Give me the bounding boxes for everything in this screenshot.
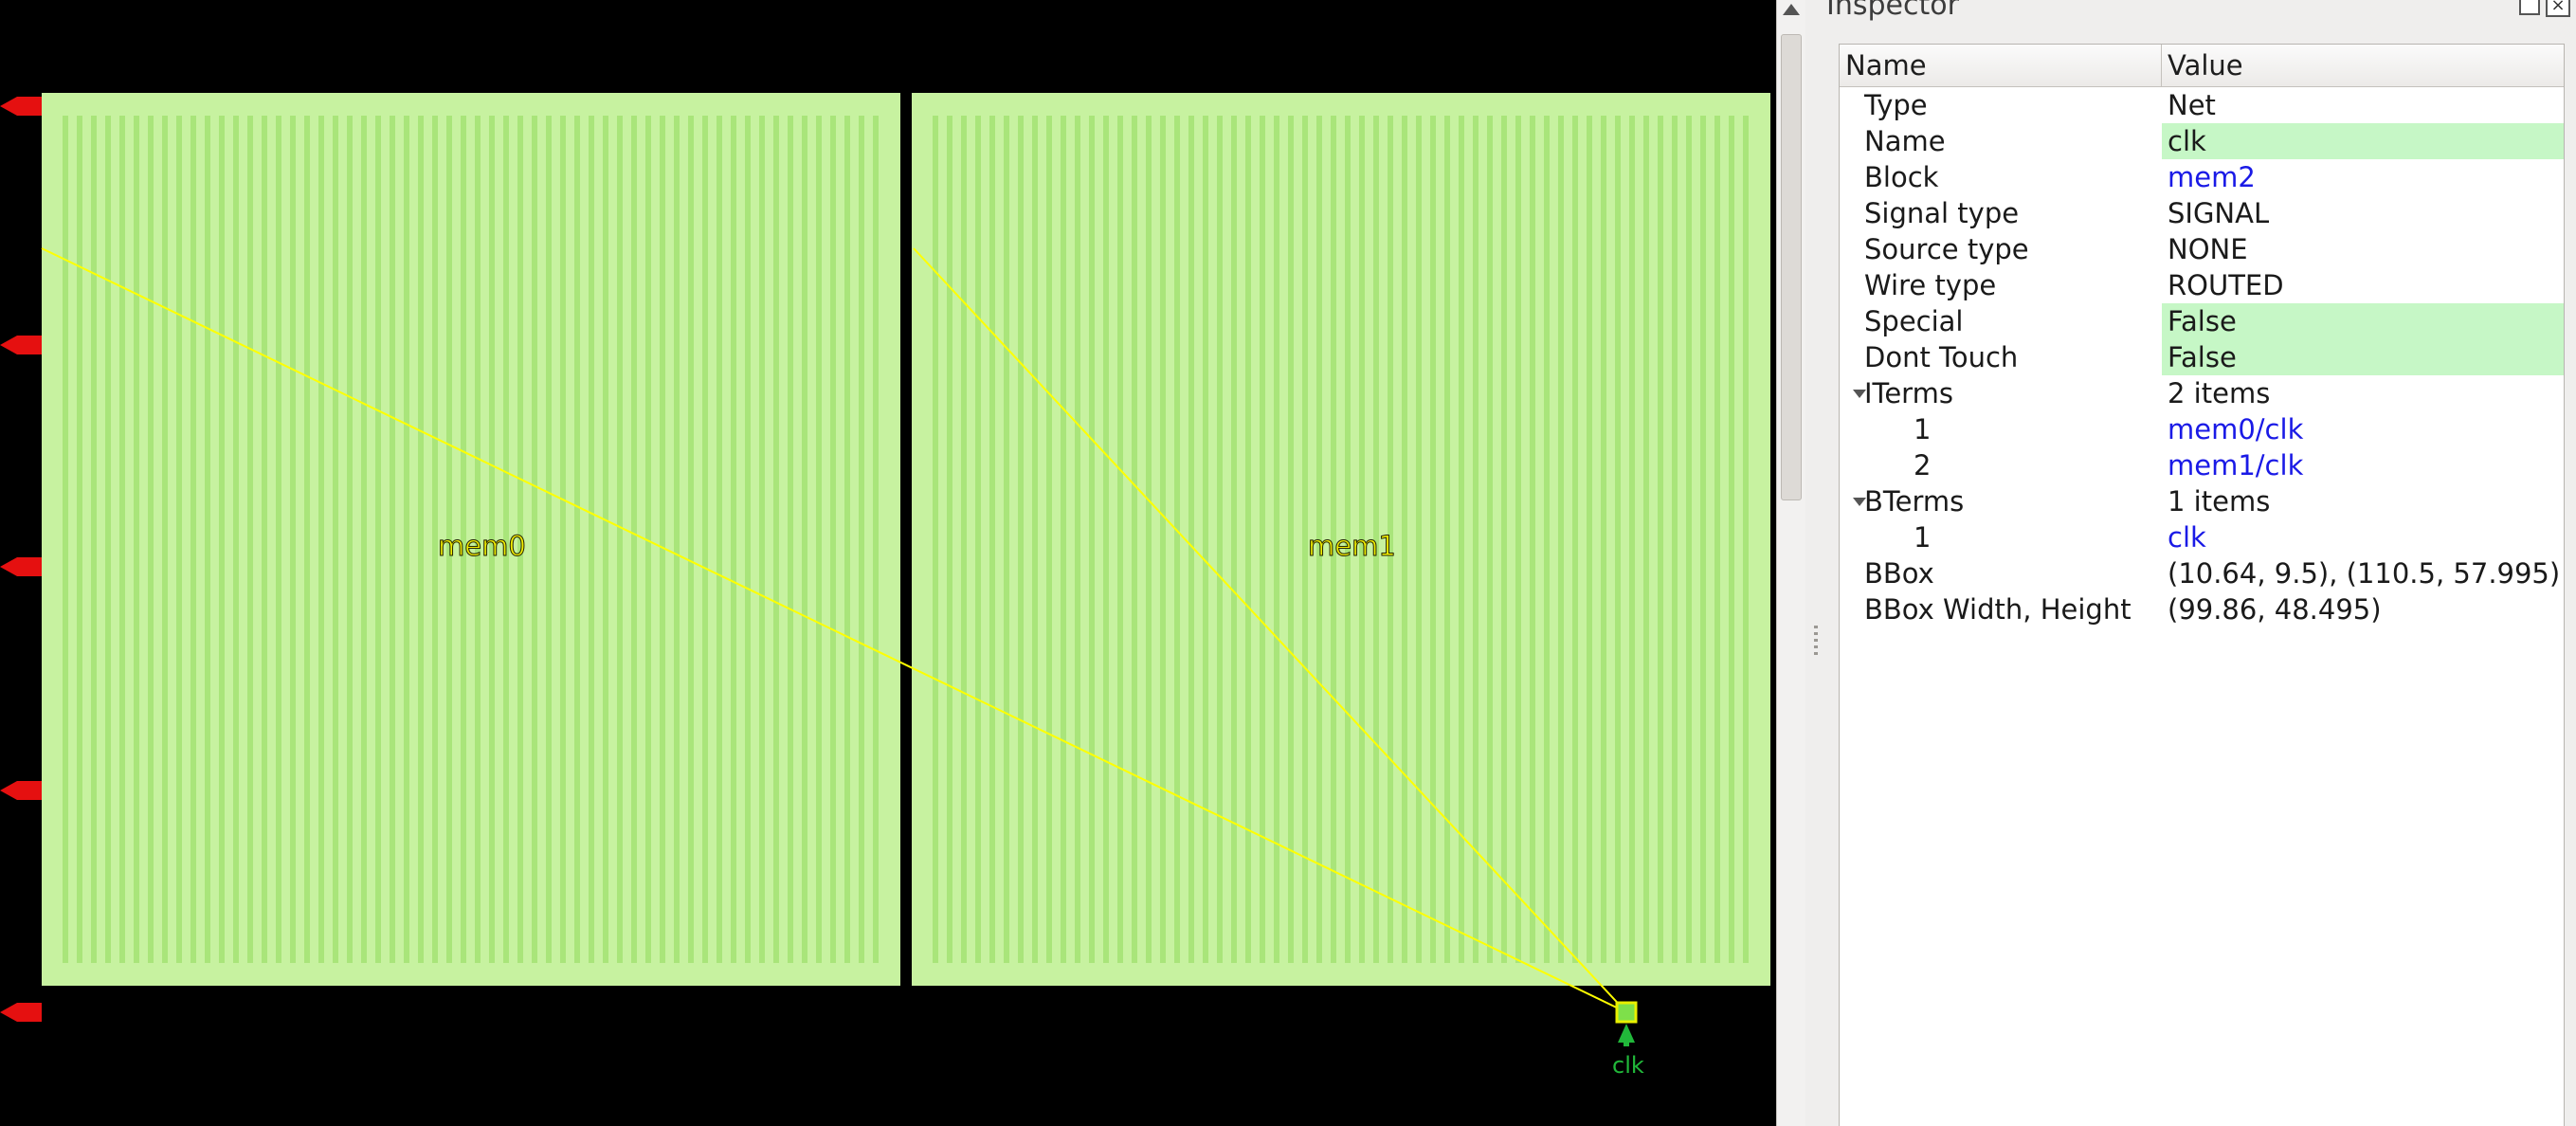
- canvas-vertical-scrollbar[interactable]: [1776, 0, 1806, 1126]
- property-name: Type: [1864, 89, 1928, 121]
- column-header-name[interactable]: Name: [1840, 45, 2162, 86]
- property-name: ITerms: [1864, 377, 1953, 409]
- tree-row[interactable]: Dont Touch False: [1840, 339, 2564, 375]
- property-value: False: [2162, 339, 2564, 375]
- pin-marker[interactable]: [0, 555, 45, 578]
- float-icon[interactable]: [2519, 0, 2540, 15]
- property-name: Source type: [1864, 233, 2029, 265]
- property-value-link[interactable]: mem2: [2162, 159, 2564, 195]
- bterm-pin-clk[interactable]: [1615, 1003, 1638, 1046]
- property-value: NONE: [2168, 233, 2248, 265]
- tree-row[interactable]: 1 mem0/clk: [1840, 411, 2564, 447]
- scrollbar-thumb[interactable]: [1781, 34, 1802, 500]
- bterm-label: clk: [1612, 1052, 1644, 1079]
- splitter-grip-icon: [1814, 626, 1818, 658]
- column-header-value[interactable]: Value: [2162, 45, 2564, 86]
- property-name: 2: [1914, 449, 1932, 481]
- pin-marker[interactable]: [0, 95, 45, 118]
- tree-row[interactable]: 2 mem1/clk: [1840, 447, 2564, 483]
- property-name: BTerms: [1864, 485, 1965, 518]
- property-value: Net: [2168, 89, 2216, 121]
- property-name: Name: [1864, 125, 1946, 157]
- pin-marker[interactable]: [0, 1001, 45, 1024]
- tree-row[interactable]: Block mem2: [1840, 159, 2564, 195]
- property-name: Dont Touch: [1864, 341, 2019, 373]
- property-name: 1: [1914, 521, 1932, 554]
- pin-marker[interactable]: [0, 779, 45, 802]
- inspector-tree[interactable]: Name Value Type Net Name clk Block mem2 Signal…: [1839, 44, 2565, 1126]
- scroll-up-icon[interactable]: [1783, 4, 1800, 15]
- tree-row[interactable]: Signal type SIGNAL: [1840, 195, 2564, 231]
- property-value: 2 items: [2168, 377, 2271, 409]
- tree-row[interactable]: Source type NONE: [1840, 231, 2564, 267]
- property-name: Wire type: [1864, 269, 1997, 301]
- property-value-link[interactable]: clk: [2162, 519, 2564, 555]
- property-value: False: [2162, 303, 2564, 339]
- dock-splitter[interactable]: [1805, 0, 1826, 1126]
- pin-marker[interactable]: [0, 334, 45, 356]
- property-name: Block: [1864, 161, 1939, 193]
- tree-row[interactable]: Type Net: [1840, 87, 2564, 123]
- close-icon[interactable]: ×: [2546, 0, 2570, 17]
- tree-row[interactable]: Name clk: [1840, 123, 2564, 159]
- property-value-link[interactable]: mem1/clk: [2162, 447, 2564, 483]
- layout-canvas[interactable]: mem0 mem1 clk: [0, 0, 1776, 1126]
- tree-row[interactable]: Special False: [1840, 303, 2564, 339]
- property-name: Special: [1864, 305, 1964, 337]
- property-name: BBox: [1864, 557, 1934, 590]
- property-value: SIGNAL: [2168, 197, 2270, 229]
- tree-row[interactable]: ITerms 2 items: [1840, 375, 2564, 411]
- tree-header: Name Value: [1840, 45, 2564, 87]
- tree-row[interactable]: BBox (10.64, 9.5), (110.5, 57.995): [1840, 555, 2564, 591]
- property-name: Signal type: [1864, 197, 2020, 229]
- property-value: (10.64, 9.5), (110.5, 57.995): [2168, 557, 2561, 590]
- flyline-mem0: [41, 247, 1627, 1013]
- property-value: ROUTED: [2168, 269, 2284, 301]
- tree-row[interactable]: BTerms 1 items: [1840, 483, 2564, 519]
- property-value: 1 items: [2168, 485, 2271, 518]
- tree-row[interactable]: 1 clk: [1840, 519, 2564, 555]
- net-flylines: [41, 247, 1638, 1024]
- property-value: (99.86, 48.495): [2168, 593, 2382, 626]
- property-name: BBox Width, Height: [1864, 593, 2132, 626]
- property-value: clk: [2162, 123, 2564, 159]
- tree-row[interactable]: Wire type ROUTED: [1840, 267, 2564, 303]
- flyline-mem1: [913, 247, 1627, 1013]
- property-value-link[interactable]: mem0/clk: [2162, 411, 2564, 447]
- inspector-panel: Inspector × Name Value Type Net Name clk Blo…: [1826, 0, 2576, 1126]
- panel-title: Inspector: [1826, 0, 1959, 22]
- tree-row[interactable]: BBox Width, Height (99.86, 48.495): [1840, 591, 2564, 627]
- property-name: 1: [1914, 413, 1932, 445]
